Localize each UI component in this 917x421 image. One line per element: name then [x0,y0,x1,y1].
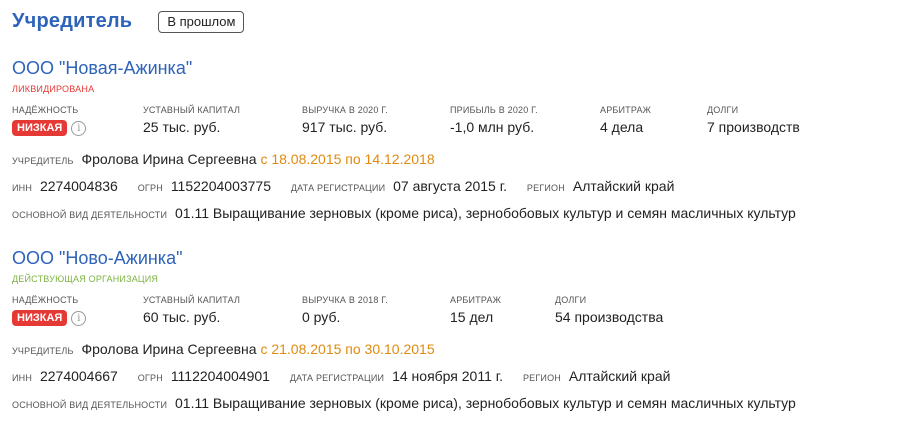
metric-value[interactable]: 7 производств [707,119,800,136]
ogrn-label: ОГРН [137,373,163,383]
reliability-badge: НИЗКАЯ [12,120,68,137]
ogrn-value: 1152204003775 [170,178,271,194]
activity-value: 01.11 Выращивание зерновых (кроме риса),… [175,395,796,411]
ogrn-label: ОГРН [137,183,163,193]
company-card: ООО "Ново-Ажинка" ДЕЙСТВУЮЩАЯ ОРГАНИЗАЦИ… [12,247,912,414]
inn-value: 2274004667 [39,368,118,384]
metric-label: ДОЛГИ [707,105,739,115]
section-header: Учредитель В прошлом [12,10,245,33]
metric-debts: ДОЛГИ 54 производства [555,294,663,326]
activity-value: 01.11 Выращивание зерновых (кроме риса),… [175,205,796,221]
metric-label: ПРИБЫЛЬ В 2020 Г. [450,105,538,115]
reg-date-label: ДАТА РЕГИСТРАЦИИ [289,373,385,383]
metric-value[interactable]: 54 производства [555,309,663,326]
metric-value: 917 тыс. руб. [302,119,388,135]
activity-label: ОСНОВНОЙ ВИД ДЕЯТЕЛЬНОСТИ [12,210,168,220]
metric-revenue: ВЫРУЧКА В 2018 Г. 0 руб. [302,294,388,326]
founder-name[interactable]: Фролова Ирина Сергеевна [82,151,257,167]
company-card: ООО "Новая-Ажинка" ЛИКВИДИРОВАНА НАДЁЖНО… [12,57,912,224]
metric-label: УСТАВНЫЙ КАПИТАЛ [143,295,241,305]
inn-label: ИНН [12,373,33,383]
metric-capital: УСТАВНЫЙ КАПИТАЛ 60 тыс. руб. [143,294,240,326]
metric-label: ВЫРУЧКА В 2018 Г. [302,295,388,305]
metric-value[interactable]: 15 дел [450,309,501,326]
info-icon[interactable]: i [71,310,87,326]
region-label: РЕГИОН [526,183,565,193]
inn-label: ИНН [12,183,33,193]
metric-capital: УСТАВНЫЙ КАПИТАЛ 25 тыс. руб. [143,104,240,136]
info-icon[interactable]: i [71,120,87,136]
registry-row: ИНН 2274004836 ОГРН 1152204003775 ДАТА Р… [12,177,912,197]
company-name-link[interactable]: ООО "Новая-Ажинка" [12,57,912,79]
metric-label: НАДЁЖНОСТЬ [12,295,79,305]
metric-label: ВЫРУЧКА В 2020 Г. [302,105,388,115]
ogrn-value: 1112204004901 [170,368,270,384]
metric-reliability: НАДЁЖНОСТЬ НИЗКАЯ i [12,104,87,137]
reliability-badge: НИЗКАЯ [12,310,68,327]
founder-period: с 21.08.2015 по 30.10.2015 [260,341,435,357]
metric-value: -1,0 млн руб. [450,119,535,135]
metric-revenue: ВЫРУЧКА В 2020 Г. 917 тыс. руб. [302,104,388,136]
section-title: Учредитель [12,10,133,32]
metric-value: 60 тыс. руб. [143,309,221,325]
activity-row: ОСНОВНОЙ ВИД ДЕЯТЕЛЬНОСТИ 01.11 Выращива… [12,394,912,414]
company-status: ДЕЙСТВУЮЩАЯ ОРГАНИЗАЦИЯ [12,274,159,284]
metric-label: АРБИТРАЖ [600,105,652,115]
metric-value: 25 тыс. руб. [143,119,221,135]
metric-arbitration: АРБИТРАЖ 4 дела [600,104,651,136]
metric-value: 0 руб. [302,309,341,325]
metrics-row: НАДЁЖНОСТЬ НИЗКАЯ i УСТАВНЫЙ КАПИТАЛ 60 т… [12,294,912,332]
reg-date-label: ДАТА РЕГИСТРАЦИИ [290,183,386,193]
metrics-row: НАДЁЖНОСТЬ НИЗКАЯ i УСТАВНЫЙ КАПИТАЛ 25 т… [12,104,912,142]
registry-row: ИНН 2274004667 ОГРН 1112204004901 ДАТА Р… [12,367,912,387]
past-filter-button[interactable]: В прошлом [158,10,245,33]
founder-row: УЧРЕДИТЕЛЬ Фролова Ирина Сергеевна с 21.… [12,340,912,360]
metric-label: ДОЛГИ [555,295,587,305]
metric-value[interactable]: 4 дела [600,119,651,136]
metric-label: АРБИТРАЖ [450,295,502,305]
metric-arbitration: АРБИТРАЖ 15 дел [450,294,501,326]
region-label: РЕГИОН [522,373,562,383]
founder-label: УЧРЕДИТЕЛЬ [12,346,74,356]
metric-debts: ДОЛГИ 7 производств [707,104,800,136]
inn-value: 2274004836 [39,178,118,194]
metric-reliability: НАДЁЖНОСТЬ НИЗКАЯ i [12,294,87,327]
founder-row: УЧРЕДИТЕЛЬ Фролова Ирина Сергеевна с 18.… [12,150,912,170]
region-value: Алтайский край [572,178,675,194]
activity-label: ОСНОВНОЙ ВИД ДЕЯТЕЛЬНОСТИ [12,400,168,410]
company-status: ЛИКВИДИРОВАНА [12,84,95,94]
reg-date-value: 07 августа 2015 г. [393,178,508,194]
metric-label: НАДЁЖНОСТЬ [12,105,79,115]
founder-name[interactable]: Фролова Ирина Сергеевна [82,341,257,357]
metric-profit: ПРИБЫЛЬ В 2020 Г. -1,0 млн руб. [450,104,538,136]
reg-date-value: 14 ноября 2011 г. [392,368,504,384]
metric-label: УСТАВНЫЙ КАПИТАЛ [143,105,241,115]
region-value: Алтайский край [568,368,671,384]
founder-period: с 18.08.2015 по 14.12.2018 [260,151,435,167]
activity-row: ОСНОВНОЙ ВИД ДЕЯТЕЛЬНОСТИ 01.11 Выращива… [12,204,912,224]
founder-label: УЧРЕДИТЕЛЬ [12,156,74,166]
company-name-link[interactable]: ООО "Ново-Ажинка" [12,247,912,269]
